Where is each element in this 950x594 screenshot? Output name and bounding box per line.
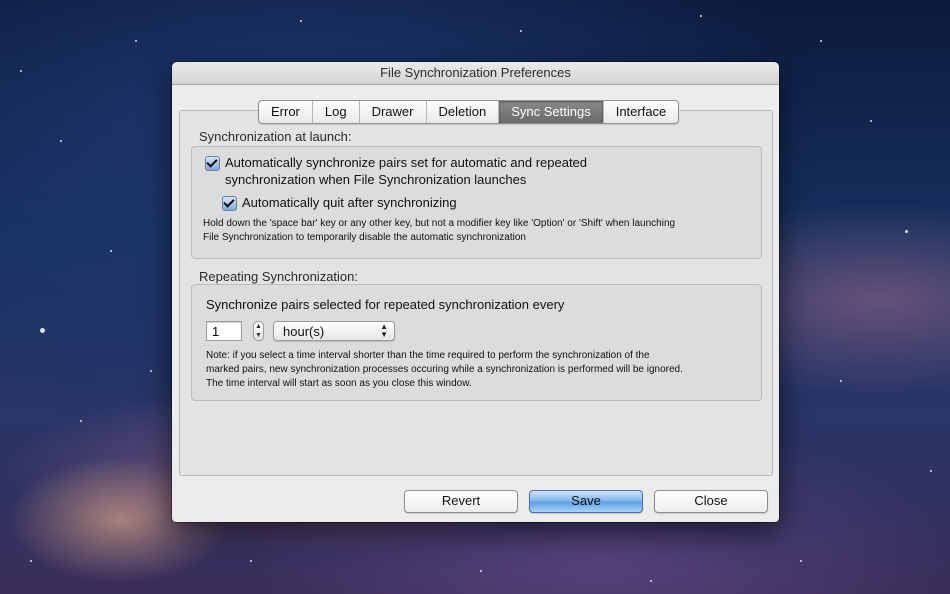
auto-sync-label-line2: synchronization when File Synchronizatio… [225, 172, 527, 187]
tab-interface[interactable]: Interface [604, 101, 679, 123]
star [800, 560, 802, 562]
stepper-down-icon[interactable]: ▼ [255, 332, 262, 339]
repeating-note-line1: Note: if you select a time interval shor… [206, 350, 650, 361]
star [930, 470, 932, 472]
star [135, 40, 137, 42]
auto-quit-checkbox-row[interactable]: Automatically quit after synchronizing [222, 194, 457, 211]
star [30, 560, 32, 562]
window-title: File Synchronization Preferences [172, 62, 779, 85]
launch-note-line1: Hold down the 'space bar' key or any oth… [203, 218, 676, 229]
star [480, 570, 482, 572]
star [150, 370, 152, 372]
auto-sync-checkbox[interactable] [205, 156, 220, 171]
star [700, 15, 702, 17]
repeating-note: Note: if you select a time interval shor… [206, 349, 683, 391]
select-arrows-icon: ▲ ▼ [380, 322, 388, 339]
star [110, 250, 112, 252]
tab-log[interactable]: Log [313, 101, 360, 123]
star [820, 40, 822, 42]
launch-note: Hold down the 'space bar' key or any oth… [203, 217, 675, 245]
star [520, 30, 522, 32]
preferences-window: File Synchronization Preferences Error L… [172, 62, 779, 522]
tab-sync-settings[interactable]: Sync Settings [499, 101, 604, 123]
tab-error[interactable]: Error [259, 101, 313, 123]
auto-quit-checkbox[interactable] [222, 196, 237, 211]
stepper-up-icon[interactable]: ▲ [255, 323, 262, 330]
launch-section-label: Synchronization at launch: [199, 129, 352, 144]
save-button[interactable]: Save [529, 490, 643, 513]
repeating-note-line3: The time interval will start as soon as … [206, 378, 472, 389]
interval-unit-value: hour(s) [283, 324, 325, 339]
auto-sync-label: Automatically synchronize pairs set for … [225, 154, 587, 188]
star [80, 420, 82, 422]
star [840, 380, 842, 382]
repeating-description: Synchronize pairs selected for repeated … [206, 297, 565, 312]
star [300, 20, 302, 22]
star [650, 580, 652, 582]
repeating-note-line2: marked pairs, new synchronization proces… [206, 364, 683, 375]
tab-bar: Error Log Drawer Deletion Sync Settings … [258, 100, 680, 124]
revert-button[interactable]: Revert [404, 490, 518, 513]
star [905, 230, 908, 233]
auto-quit-label: Automatically quit after synchronizing [242, 195, 457, 210]
auto-sync-label-line1: Automatically synchronize pairs set for … [225, 155, 588, 170]
star [60, 140, 62, 142]
auto-sync-checkbox-row[interactable]: Automatically synchronize pairs set for … [205, 154, 587, 188]
launch-note-line2: File Synchronization to temporarily disa… [203, 232, 526, 243]
star [20, 70, 22, 72]
interval-stepper[interactable]: ▲ ▼ [253, 321, 264, 341]
close-button[interactable]: Close [654, 490, 768, 513]
tab-deletion[interactable]: Deletion [427, 101, 500, 123]
star [250, 560, 252, 562]
repeating-section-label: Repeating Synchronization: [199, 269, 358, 284]
interval-input[interactable]: 1 [206, 321, 242, 341]
star [40, 328, 45, 333]
interval-unit-select[interactable]: hour(s) ▲ ▼ [273, 321, 395, 341]
star [870, 120, 872, 122]
tab-drawer[interactable]: Drawer [360, 101, 427, 123]
